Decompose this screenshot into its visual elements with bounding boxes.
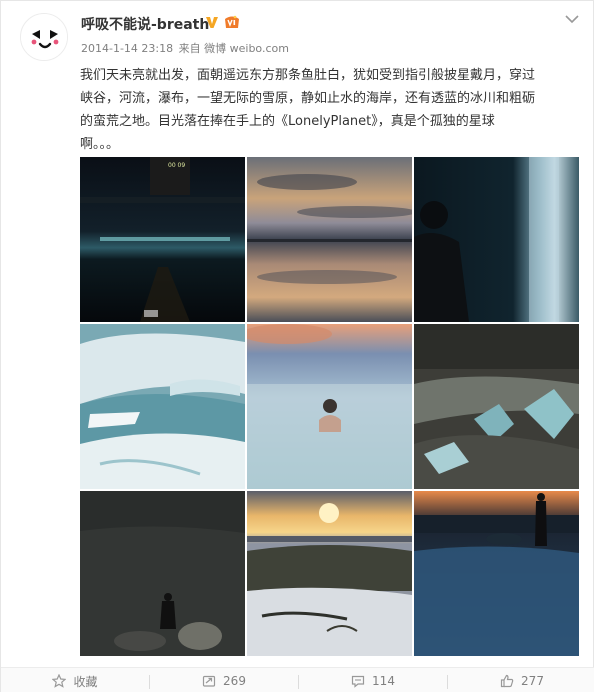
comment-count: 114 [372,674,395,688]
glacier-ice-photo[interactable] [80,324,245,489]
action-bar: 收藏 269 114 277 [1,667,594,692]
favorite-label: 收藏 [73,674,98,689]
post-text-line: 的蛮荒之地。目光落在捧在手上的《LonelyPlanet》，真是个孤独的星球 [80,114,495,129]
black-ice-photo[interactable] [414,324,579,489]
avatar[interactable] [20,13,68,61]
repost-count: 269 [223,674,246,688]
avatar-face-icon [21,14,67,60]
like-button[interactable]: 277 [448,668,594,692]
post-source[interactable]: 来自 微博 weibo.com [179,42,289,55]
chevron-down-icon[interactable] [562,11,582,25]
hot-spring-photo[interactable] [247,324,412,489]
verified-v-icon[interactable] [204,14,220,30]
comment-icon [351,675,365,688]
frozen-shore-silhouette-photo[interactable] [414,491,579,656]
thumbs-up-icon [500,674,514,688]
star-icon [52,674,67,688]
weibo-post-card: 呼吸不能说-breath 2014-1-14 23:18 来自 微博 weibo… [0,0,594,692]
sunset-snow-field-photo[interactable] [247,491,412,656]
comment-button[interactable]: 114 [299,668,447,692]
repost-button[interactable]: 269 [150,668,298,692]
post-text: 我们天未亮就出发，面朝遥远东方那条鱼肚白，犹如受到指引般披星戴月，穿过 峡谷，河… [80,64,582,156]
night-road-photo[interactable]: 00 09 [80,157,245,322]
favorite-button[interactable]: 收藏 [1,668,149,692]
post-text-line: 峡谷，河流，瀑布，一望无际的雪原，静如止水的海岸，还有透蓝的冰川和粗砺 [80,91,536,106]
repost-icon [202,675,216,687]
dark-shore-photo[interactable] [80,491,245,656]
vip-badge-icon[interactable] [223,14,241,30]
dashboard-readout: 00 09 [168,162,185,169]
post-date[interactable]: 2014-1-14 23:18 [81,42,173,55]
like-count: 277 [521,674,544,688]
waterfall-portrait-photo[interactable] [414,157,579,322]
photo-grid: 00 09 [80,157,579,656]
post-text-line: 我们天未亮就出发，面朝遥远东方那条鱼肚白，犹如受到指引般披星戴月，穿过 [80,68,536,83]
post-text-line: 啊。。。 [80,137,120,152]
sunset-reflection-photo[interactable] [247,157,412,322]
username-link[interactable]: 呼吸不能说-breath [81,14,209,34]
post-meta: 2014-1-14 23:18 来自 微博 weibo.com [81,40,289,56]
